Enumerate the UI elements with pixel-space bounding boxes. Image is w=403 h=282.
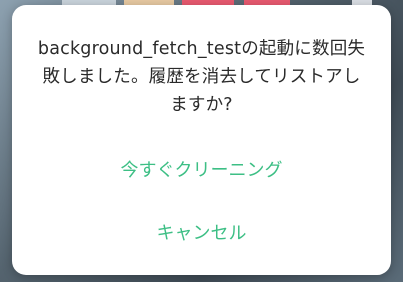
cancel-button[interactable]: キャンセル: [12, 219, 391, 245]
clean-now-button[interactable]: 今すぐクリーニング: [12, 156, 391, 182]
dialog-message: background_fetch_testの起動に数回失敗しました。履歴を消去し…: [37, 39, 366, 115]
restore-dialog: background_fetch_testの起動に数回失敗しました。履歴を消去し…: [12, 5, 391, 275]
